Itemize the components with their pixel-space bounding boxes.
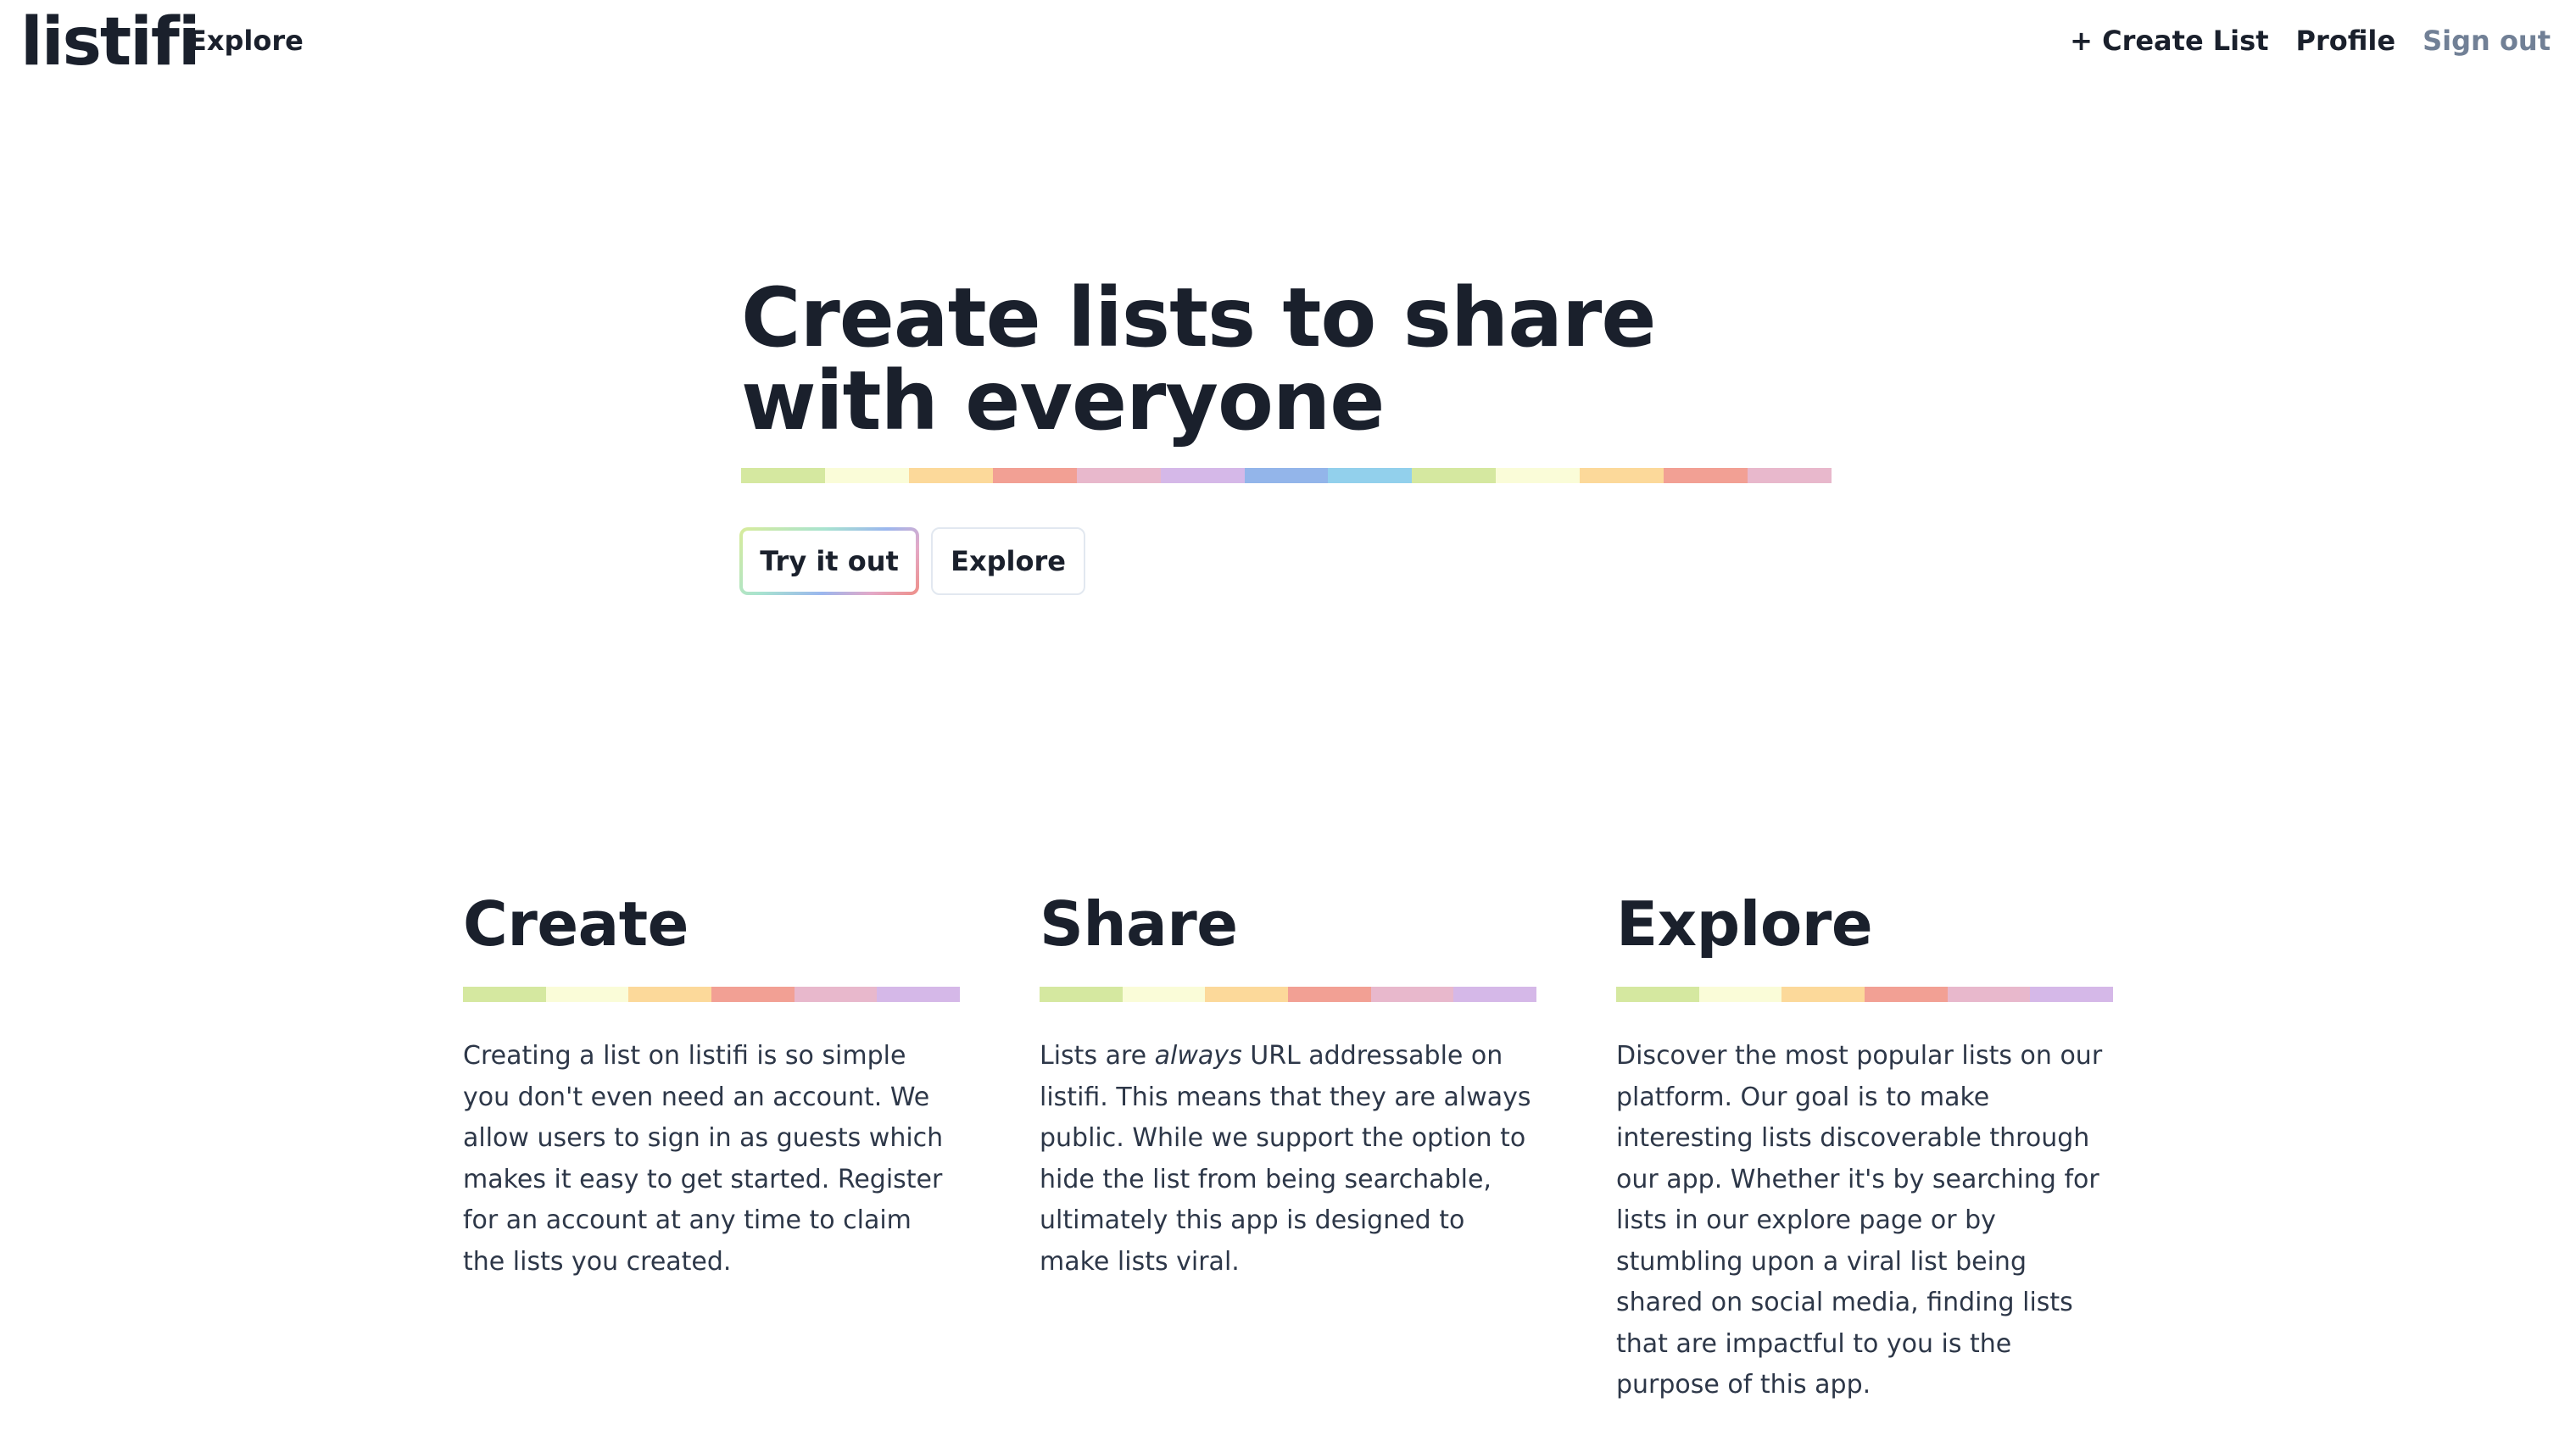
sign-out-link[interactable]: Sign out (2423, 22, 2551, 59)
feature-title: Share (1040, 888, 1238, 960)
rainbow-segment (711, 987, 795, 1002)
rainbow-segment (1496, 468, 1581, 483)
rainbow-segment (1412, 468, 1497, 483)
feature-text: Creating a list on listifi is so simple … (463, 1041, 944, 1277)
feature-create: Create Creating a list on listifi is so … (463, 882, 961, 1283)
page: listifi Explore + Create List Profile Si… (0, 0, 2576, 1436)
rainbow-segment (1160, 468, 1245, 483)
rainbow-segment (1244, 468, 1329, 483)
feature-title: Create (463, 888, 689, 960)
rainbow-segment (1698, 987, 1782, 1002)
rainbow-segment (1453, 987, 1537, 1002)
nav-right: + Create List Profile Sign out (2070, 22, 2551, 59)
rainbow-segment (545, 987, 629, 1002)
hero: Create lists to share with everyone (741, 276, 1843, 442)
rainbow-segment (1205, 987, 1289, 1002)
hero-rainbow-bar (741, 468, 1832, 483)
rainbow-segment (1370, 987, 1454, 1002)
feature-rainbow-bar (463, 987, 961, 1002)
feature-text-emphasis: always (1154, 1041, 1242, 1071)
rainbow-segment (628, 987, 712, 1002)
rainbow-segment (908, 468, 993, 483)
rainbow-segment (1664, 468, 1748, 483)
rainbow-segment (1865, 987, 1948, 1002)
feature-title: Explore (1616, 888, 1873, 960)
rainbow-segment (1122, 987, 1206, 1002)
nav-explore-link[interactable]: Explore (188, 22, 304, 59)
rainbow-segment (1580, 468, 1664, 483)
rainbow-segment (1947, 987, 2031, 1002)
try-it-out-button[interactable]: Try it out (739, 527, 919, 595)
feature-explore: Explore Discover the most popular lists … (1616, 882, 2114, 1406)
rainbow-segment (1781, 987, 1865, 1002)
create-list-link[interactable]: + Create List (2070, 22, 2268, 59)
feature-text: Discover the most popular lists on our p… (1616, 1041, 2103, 1400)
rainbow-segment (1328, 468, 1413, 483)
feature-share: Share Lists are always URL addressable o… (1040, 882, 1537, 1283)
feature-text-prefix: Lists are (1040, 1041, 1155, 1071)
feature-text: Lists are always URL addressable on list… (1040, 1036, 1536, 1283)
hero-explore-button[interactable]: Explore (931, 527, 1085, 595)
feature-rainbow-bar (1040, 987, 1537, 1002)
rainbow-segment (463, 987, 546, 1002)
hero-title: Create lists to share with everyone (741, 270, 1657, 448)
rainbow-segment (1748, 468, 1832, 483)
rainbow-segment (2030, 987, 2114, 1002)
rainbow-segment (824, 468, 909, 483)
rainbow-segment (1040, 987, 1123, 1002)
rainbow-segment (992, 468, 1077, 483)
feature-rainbow-bar (1616, 987, 2114, 1002)
profile-link[interactable]: Profile (2295, 22, 2395, 59)
rainbow-segment (1616, 987, 1699, 1002)
rainbow-segment (1288, 987, 1371, 1002)
rainbow-segment (794, 987, 878, 1002)
logo[interactable]: listifi (20, 2, 201, 83)
rainbow-segment (1076, 468, 1161, 483)
rainbow-segment (741, 468, 825, 483)
feature-text-suffix: URL addressable on listifi. This means t… (1040, 1041, 1531, 1277)
rainbow-segment (877, 987, 961, 1002)
